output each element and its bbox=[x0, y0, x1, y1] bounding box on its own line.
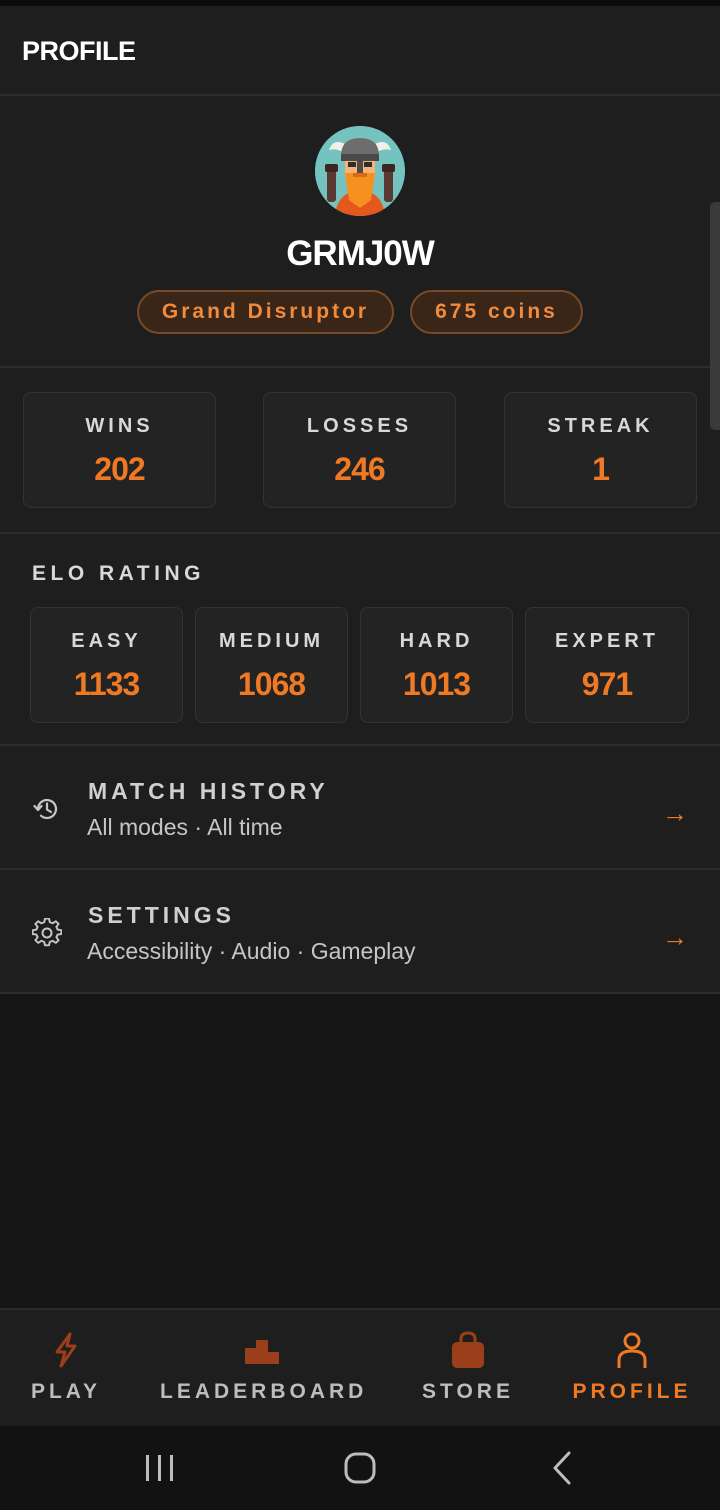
nav-store[interactable]: STORE bbox=[418, 1310, 518, 1428]
elo-heading: ELO RATING bbox=[32, 562, 205, 585]
menu-title: SETTINGS bbox=[88, 902, 236, 928]
viking-avatar-icon bbox=[315, 126, 405, 216]
profile-card: GRMJ0W Grand Disruptor 675 coins bbox=[0, 96, 720, 368]
nav-leaderboard[interactable]: LEADERBOARD bbox=[160, 1310, 364, 1428]
stat-value: 1 bbox=[592, 451, 610, 487]
elo-value: 1068 bbox=[237, 666, 306, 702]
lightning-icon bbox=[55, 1332, 77, 1368]
back-icon[interactable] bbox=[540, 1446, 584, 1490]
nav-profile[interactable]: PROFILE bbox=[572, 1310, 692, 1428]
coins-badge: 675 coins bbox=[410, 290, 583, 334]
stat-label: STREAK bbox=[547, 415, 654, 437]
stat-value: 202 bbox=[94, 451, 145, 487]
nav-play[interactable]: PLAY bbox=[14, 1310, 118, 1428]
elo-value: 971 bbox=[581, 666, 633, 702]
elo-label: EXPERT bbox=[554, 630, 660, 652]
recent-apps-icon[interactable] bbox=[138, 1446, 182, 1490]
person-icon bbox=[617, 1332, 647, 1368]
elo-expert: EXPERT 971 bbox=[525, 607, 689, 723]
scrollbar[interactable] bbox=[710, 202, 720, 430]
stat-value: 246 bbox=[334, 451, 385, 487]
nav-label: LEADERBOARD bbox=[160, 1380, 368, 1403]
nav-label: PLAY bbox=[30, 1380, 102, 1403]
elo-easy: EASY 1133 bbox=[30, 607, 183, 723]
elo-hard: HARD 1013 bbox=[360, 607, 513, 723]
stats-section: WINS 202 LOSSES 246 STREAK 1 bbox=[0, 368, 720, 534]
bottom-nav: PLAY LEADERBOARD STORE PROFILE bbox=[0, 1308, 720, 1428]
menu-subtitle: All modes · All time bbox=[87, 814, 283, 840]
stat-label: WINS bbox=[85, 415, 154, 437]
stat-label: LOSSES bbox=[306, 415, 413, 437]
elo-section: ELO RATING EASY 1133 MEDIUM 1068 HARD 10… bbox=[0, 534, 720, 746]
stat-streak: STREAK 1 bbox=[504, 392, 697, 508]
gear-icon bbox=[32, 918, 62, 947]
arrow-right-icon: → bbox=[662, 922, 688, 952]
settings-row[interactable]: SETTINGS Accessibility · Audio · Gamepla… bbox=[0, 870, 720, 994]
stat-losses: LOSSES 246 bbox=[263, 392, 456, 508]
avatar[interactable] bbox=[315, 126, 405, 216]
nav-label: PROFILE bbox=[572, 1380, 692, 1403]
stat-wins: WINS 202 bbox=[23, 392, 216, 508]
elo-label: MEDIUM bbox=[218, 630, 325, 652]
app-header: PROFILE bbox=[0, 6, 720, 96]
elo-label: HARD bbox=[399, 630, 474, 652]
history-icon bbox=[33, 798, 58, 820]
menu-subtitle: Accessibility · Audio · Gameplay bbox=[87, 938, 416, 964]
system-nav-bar bbox=[0, 1426, 720, 1510]
arrow-right-icon: → bbox=[662, 798, 688, 828]
menu-title: MATCH HISTORY bbox=[88, 778, 329, 804]
nav-label: STORE bbox=[422, 1380, 514, 1403]
podium-icon bbox=[245, 1340, 279, 1364]
username: GRMJ0W bbox=[286, 234, 435, 273]
shopping-bag-icon bbox=[452, 1331, 484, 1368]
rank-title-badge: Grand Disruptor bbox=[137, 290, 394, 334]
page-title: PROFILE bbox=[22, 36, 136, 66]
elo-label: EASY bbox=[71, 630, 142, 652]
home-icon[interactable] bbox=[338, 1446, 382, 1490]
elo-value: 1013 bbox=[402, 666, 471, 702]
elo-medium: MEDIUM 1068 bbox=[195, 607, 348, 723]
match-history-row[interactable]: MATCH HISTORY All modes · All time → bbox=[0, 746, 720, 870]
elo-value: 1133 bbox=[73, 666, 140, 702]
